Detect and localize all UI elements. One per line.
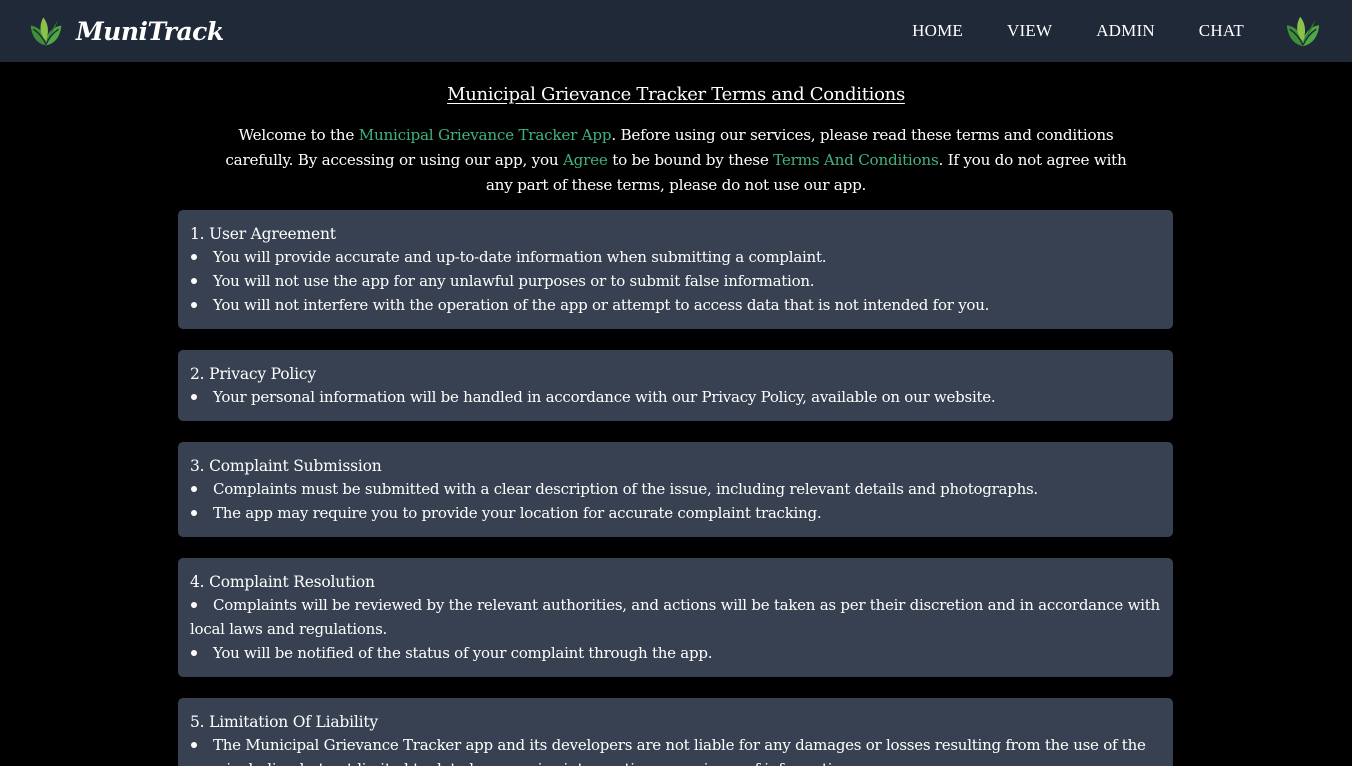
list-item: You will not use the app for any unlawfu… <box>190 269 1161 293</box>
section-list: Your personal information will be handle… <box>190 385 1161 409</box>
list-item: You will be notified of the status of yo… <box>190 641 1161 665</box>
section-limitation-of-liability: 5. Limitation Of Liability The Municipal… <box>178 698 1173 766</box>
brand-name: MuniTrack <box>76 16 224 46</box>
list-item: Complaints will be reviewed by the relev… <box>190 596 1160 638</box>
leaf-logo-icon[interactable] <box>1284 12 1322 50</box>
bullet-icon <box>191 254 197 260</box>
page-title: Municipal Grievance Tracker Terms and Co… <box>447 84 905 105</box>
section-title: 1. User Agreement <box>190 225 336 243</box>
section-list: You will provide accurate and up-to-date… <box>190 245 1161 317</box>
bullet-icon <box>191 602 197 608</box>
leaf-logo-icon <box>30 17 62 46</box>
list-item: You will not interfere with the operatio… <box>190 293 1161 317</box>
section-list: The Municipal Grievance Tracker app and … <box>190 733 1161 766</box>
list-item: Complaints must be submitted with a clea… <box>190 477 1161 501</box>
section-list: Complaints will be reviewed by the relev… <box>190 593 1161 665</box>
brand[interactable]: MuniTrack <box>28 12 224 50</box>
intro-text: to be bound by these <box>607 151 774 169</box>
bullet-icon <box>191 742 197 748</box>
nav-home-link[interactable]: HOME <box>912 21 963 41</box>
bullet-icon <box>191 278 197 284</box>
section-privacy-policy: 2. Privacy Policy Your personal informat… <box>178 350 1173 421</box>
section-list: Complaints must be submitted with a clea… <box>190 477 1161 525</box>
section-title: 3. Complaint Submission <box>190 457 382 475</box>
section-complaint-resolution: 4. Complaint Resolution Complaints will … <box>178 558 1173 677</box>
navbar: MuniTrack HOME VIEW ADMIN CHAT <box>0 0 1352 62</box>
bullet-icon <box>191 650 197 656</box>
list-item: The Municipal Grievance Tracker app and … <box>190 733 1161 766</box>
nav-admin-link[interactable]: ADMIN <box>1096 21 1155 41</box>
bullet-icon <box>191 510 197 516</box>
section-title: 5. Limitation Of Liability <box>190 713 378 731</box>
section-complaint-submission: 3. Complaint Submission Complaints must … <box>178 442 1173 537</box>
intro-text: Welcome to the <box>238 126 359 144</box>
intro-paragraph: Welcome to the Municipal Grievance Track… <box>222 123 1130 198</box>
section-user-agreement: 1. User Agreement You will provide accur… <box>178 210 1173 329</box>
nav-chat-link[interactable]: CHAT <box>1199 21 1244 41</box>
bullet-icon <box>191 394 197 400</box>
bullet-icon <box>191 486 197 492</box>
intro-highlight-agree: Agree <box>562 151 608 169</box>
list-item: You will provide accurate and up-to-date… <box>190 245 1161 269</box>
list-item: Your personal information will be handle… <box>190 385 1161 409</box>
nav-view-link[interactable]: VIEW <box>1007 21 1052 41</box>
bullet-icon <box>191 302 197 308</box>
intro-highlight-app: Municipal Grievance Tracker App <box>358 126 612 144</box>
list-item: The app may require you to provide your … <box>190 501 1161 525</box>
section-title: 2. Privacy Policy <box>190 365 316 383</box>
nav-links: HOME VIEW ADMIN CHAT <box>912 12 1322 50</box>
intro-highlight-terms: Terms And Conditions <box>773 151 939 169</box>
section-title: 4. Complaint Resolution <box>190 573 375 591</box>
